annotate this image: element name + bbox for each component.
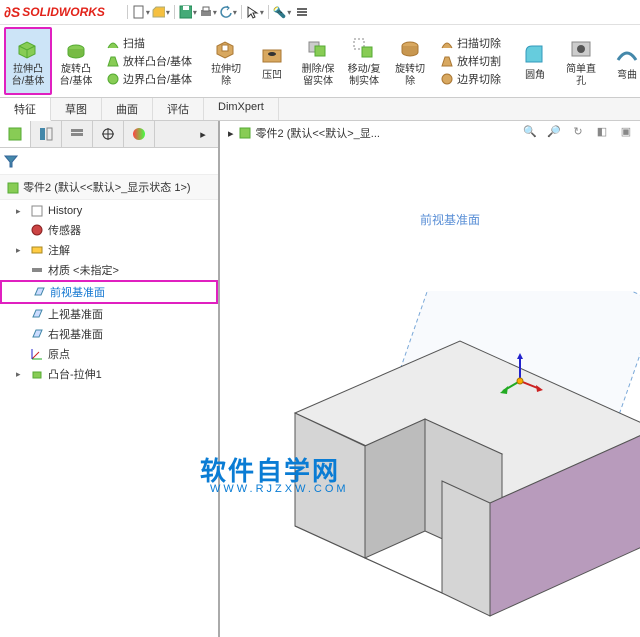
new-doc-icon[interactable]: ▾ xyxy=(132,3,150,21)
sweep-loft-group: 扫描 放样凸台/基体 边界凸台/基体 xyxy=(100,27,198,95)
tree-origin[interactable]: 原点 xyxy=(0,344,218,364)
filter-bar xyxy=(0,148,218,175)
simple-hole-label: 简单直 孔 xyxy=(566,64,596,88)
revolve-cut-button[interactable]: 旋转切 除 xyxy=(388,27,432,95)
move-copy-icon xyxy=(350,35,378,63)
watermark-sub: WWW.RJZXW.COM xyxy=(210,483,349,495)
feature-manager-panel: ▸ 零件2 (默认<<默认>_显示状态 1>) ▸History 传感器 ▸注解… xyxy=(0,121,220,637)
view-triad[interactable] xyxy=(495,351,545,401)
move-copy-label: 移动/复 制实体 xyxy=(348,64,381,88)
tree-material[interactable]: 材质 <未指定> xyxy=(0,260,218,280)
cut-group: 扫描切除 放样切割 边界切除 xyxy=(434,27,507,95)
quick-access-toolbar: ▾ ▾ ▾ ▾ ▾ ▾ 🔦▾ xyxy=(125,3,311,21)
tree-front-plane[interactable]: 前视基准面 xyxy=(0,280,218,304)
delete-keep-button[interactable]: 删除/保 留实体 xyxy=(296,27,340,95)
delete-keep-label: 删除/保 留实体 xyxy=(302,64,335,88)
plane-icon xyxy=(32,285,46,299)
loft-cut-button[interactable]: 放样切割 xyxy=(440,53,501,69)
panel-expand[interactable]: ▸ xyxy=(188,121,218,147)
app-title: SOLIDWORKS xyxy=(22,5,105,19)
curve-button[interactable]: 弯曲 xyxy=(605,27,640,95)
revolve-cut-label: 旋转切 除 xyxy=(395,64,425,88)
simple-hole-button[interactable]: 简单直 孔 xyxy=(559,27,603,95)
hole-button[interactable]: 压凹 xyxy=(250,27,294,95)
revolve-boss-icon xyxy=(62,35,90,63)
fillet-icon xyxy=(521,41,549,69)
display-style-icon[interactable]: ▣ xyxy=(616,121,636,141)
undo-icon[interactable]: ▾ xyxy=(219,3,237,21)
view-cube-icon[interactable]: ◧ xyxy=(592,121,612,141)
sweep-button[interactable]: 扫描 xyxy=(106,35,145,51)
breadcrumb[interactable]: ▸ 零件2 (默认<<默认>_显... xyxy=(228,125,380,141)
extrude-boss-label: 拉伸凸 台/基体 xyxy=(12,64,45,88)
tree-annotations[interactable]: ▸注解 xyxy=(0,240,218,260)
delete-keep-icon xyxy=(304,35,332,63)
tab-sketch[interactable]: 草图 xyxy=(51,98,102,120)
part-root[interactable]: 零件2 (默认<<默认>_显示状态 1>) xyxy=(0,175,218,200)
print-icon[interactable]: ▾ xyxy=(199,3,217,21)
extrude-boss-button[interactable]: 拉伸凸 台/基体 xyxy=(4,27,52,95)
panel-tabs: ▸ xyxy=(0,121,218,148)
ribbon: 拉伸凸 台/基体 旋转凸 台/基体 扫描 放样凸台/基体 边界凸台/基体 拉伸切… xyxy=(0,25,640,98)
zoom-area-icon[interactable]: 🔎 xyxy=(544,121,564,141)
tab-dimxpert[interactable]: DimXpert xyxy=(204,98,279,120)
title-bar: ∂SSOLIDWORKS ▾ ▾ ▾ ▾ ▾ ▾ 🔦▾ xyxy=(0,0,640,25)
boss-extrude-icon xyxy=(30,367,44,381)
extrude-cut-button[interactable]: 拉伸切 除 xyxy=(204,27,248,95)
tree-boss-extrude[interactable]: ▸凸台-拉伸1 xyxy=(0,364,218,384)
tree-history[interactable]: ▸History xyxy=(0,202,218,220)
app-logo: ∂SSOLIDWORKS xyxy=(4,4,105,20)
save-icon[interactable]: ▾ xyxy=(179,3,197,21)
tree-sensors[interactable]: 传感器 xyxy=(0,220,218,240)
appearance-tab[interactable] xyxy=(124,121,155,147)
move-copy-button[interactable]: 移动/复 制实体 xyxy=(342,27,386,95)
history-icon xyxy=(30,204,44,218)
boundary-cut-button[interactable]: 边界切除 xyxy=(440,71,501,87)
sensors-icon xyxy=(30,223,44,237)
sweep-cut-button[interactable]: 扫描切除 xyxy=(440,35,501,51)
hole-icon xyxy=(258,41,286,69)
feature-tree: ▸History 传感器 ▸注解 材质 <未指定> 前视基准面 上视基准面 右视… xyxy=(0,200,218,386)
plane-label: 前视基准面 xyxy=(420,211,480,228)
extrude-cut-icon xyxy=(212,35,240,63)
extrude-boss-icon xyxy=(14,35,42,63)
tree-top-plane[interactable]: 上视基准面 xyxy=(0,304,218,324)
hole-label: 压凹 xyxy=(262,70,282,82)
rotate-icon[interactable]: ↻ xyxy=(568,121,588,141)
property-tab[interactable] xyxy=(31,121,62,147)
boundary-boss-button[interactable]: 边界凸台/基体 xyxy=(106,71,192,87)
curve-label: 弯曲 xyxy=(617,70,637,82)
extrude-cut-label: 拉伸切 除 xyxy=(211,64,241,88)
command-tabs: 特征 草图 曲面 评估 DimXpert xyxy=(0,98,640,121)
plane-icon xyxy=(30,327,44,341)
rebuild-icon[interactable]: 🔦▾ xyxy=(273,3,291,21)
revolve-boss-label: 旋转凸 台/基体 xyxy=(60,64,93,88)
config-tab[interactable] xyxy=(62,121,93,147)
funnel-icon[interactable] xyxy=(4,154,18,168)
material-icon xyxy=(30,263,44,277)
tree-right-plane[interactable]: 右视基准面 xyxy=(0,324,218,344)
viewport[interactable]: ▸ 零件2 (默认<<默认>_显... 🔍 🔎 ↻ ◧ ▣ 前视基准面 xyxy=(220,121,640,637)
revolve-cut-icon xyxy=(396,35,424,63)
model-3d: 软件自学网 WWW.RJZXW.COM xyxy=(260,291,640,611)
view-tools: 🔍 🔎 ↻ ◧ ▣ xyxy=(520,121,636,141)
fillet-label: 圆角 xyxy=(525,70,545,82)
options-icon[interactable] xyxy=(293,3,311,21)
plane-icon xyxy=(30,307,44,321)
open-icon[interactable]: ▾ xyxy=(152,3,170,21)
display-tab[interactable] xyxy=(93,121,124,147)
simple-hole-icon xyxy=(567,35,595,63)
tab-surface[interactable]: 曲面 xyxy=(102,98,153,120)
zoom-fit-icon[interactable]: 🔍 xyxy=(520,121,540,141)
fillet-button[interactable]: 圆角 xyxy=(513,27,557,95)
loft-boss-button[interactable]: 放样凸台/基体 xyxy=(106,53,192,69)
curve-icon xyxy=(613,41,640,69)
revolve-boss-button[interactable]: 旋转凸 台/基体 xyxy=(54,27,98,95)
annotations-icon xyxy=(30,243,44,257)
tab-evaluate[interactable]: 评估 xyxy=(153,98,204,120)
origin-icon xyxy=(30,347,44,361)
feature-tree-tab[interactable] xyxy=(0,121,31,147)
tab-feature[interactable]: 特征 xyxy=(0,98,51,121)
select-icon[interactable]: ▾ xyxy=(246,3,264,21)
